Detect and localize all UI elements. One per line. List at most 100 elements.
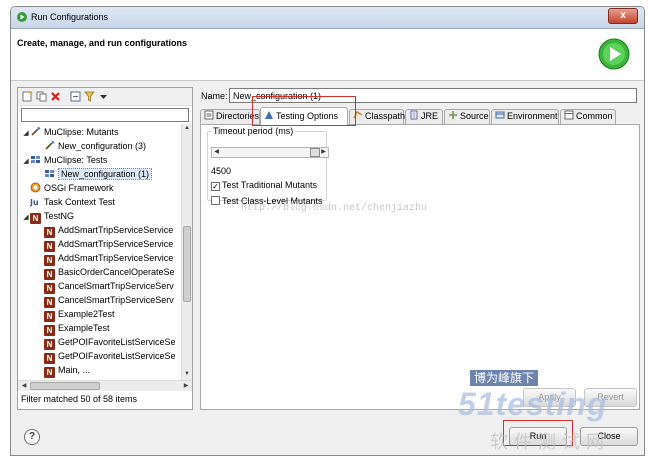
tree-item[interactable]: N AddSmartTripServiceService: [44, 237, 174, 252]
tree-item-label: Example2Test: [58, 309, 115, 319]
tree-item-label: New_configuration (1): [58, 168, 153, 180]
common-icon: [564, 110, 574, 120]
delete-icon[interactable]: [50, 91, 61, 102]
timeout-value: 4500: [211, 166, 232, 176]
vertical-scroll-thumb[interactable]: [183, 226, 191, 302]
tree-item[interactable]: ◢ MuClipse: Mutants: [22, 125, 119, 139]
scroll-up-icon[interactable]: ▲: [183, 125, 191, 133]
slider-right-icon[interactable]: ▶: [319, 148, 328, 157]
tree-item[interactable]: N BasicOrderCancelOperateSe: [44, 265, 175, 280]
scroll-down-icon[interactable]: ▼: [183, 371, 191, 379]
tree-item[interactable]: N AddSmartTripServiceService: [44, 223, 174, 238]
osgi-icon: [30, 182, 41, 193]
tree-item[interactable]: ◢ N TestNG: [22, 209, 75, 225]
logo-bottom-text: 软件测试网: [490, 432, 610, 452]
tree-item-label: AddSmartTripServiceService: [58, 239, 174, 249]
source-icon: [449, 111, 457, 119]
tree-item-label: GetPOIFavoriteListServiceSe: [58, 351, 176, 361]
timeout-slider[interactable]: ◀ ▶: [211, 147, 329, 158]
tree-item[interactable]: N CancelSmartTripServiceServ: [44, 293, 174, 308]
tree-item[interactable]: ◢ MuClipse: Tests: [22, 153, 107, 167]
horizontal-scroll-thumb[interactable]: [30, 382, 100, 390]
tab-jre[interactable]: JRE: [405, 109, 443, 124]
left-toolbar: [18, 88, 192, 106]
tree-horizontal-scrollbar[interactable]: ◀ ▶: [18, 380, 192, 391]
tree-item-label: CancelSmartTripServiceServ: [58, 281, 174, 291]
launch-config-tree-panel: ◢ MuClipse: Mutants New_configuration (3) ◢…: [17, 87, 193, 410]
environment-icon: [495, 111, 505, 119]
tree-item[interactable]: N GetPOIFavoriteListServiceSe: [44, 335, 176, 350]
tree-item[interactable]: N AddSmartTripServiceService: [44, 251, 174, 266]
tree-item-label: GetPOIFavoriteListServiceSe: [58, 337, 176, 347]
help-icon[interactable]: ?: [24, 429, 40, 445]
tree-item-label: ExampleTest: [58, 323, 110, 333]
tree-item-label: New_configuration (3): [58, 141, 147, 151]
config-tabs: Directories Testing Options Classpath JR…: [200, 107, 640, 125]
window-close-button[interactable]: x: [608, 8, 638, 24]
header-banner: Create, manage, and run configurations: [11, 29, 644, 81]
run-config-icon: [17, 12, 27, 22]
tree-item[interactable]: New_configuration (1): [44, 167, 153, 181]
tree-item-label: AddSmartTripServiceService: [58, 225, 174, 235]
tree-item-label: MuClipse: Mutants: [44, 127, 119, 137]
tree-item[interactable]: N CancelSmartTripServiceServ: [44, 279, 174, 294]
tree-item-label: TestNG: [44, 211, 75, 221]
tests-grid-icon: [31, 156, 40, 163]
tree-item-label: AddSmartTripServiceService: [58, 253, 174, 263]
tree-item[interactable]: OSGi Framework: [22, 181, 114, 195]
tab-classpath[interactable]: Classpath: [349, 109, 406, 124]
blog-watermark: http://blog.csdn.net/chenjiazhu: [241, 203, 428, 214]
svg-text:Ju: Ju: [30, 198, 39, 207]
logo-top-text: 博为峰旗下: [470, 370, 539, 386]
tab-environment[interactable]: Environment: [491, 109, 559, 124]
collapse-all-icon[interactable]: [70, 91, 81, 102]
tree-vertical-scrollbar[interactable]: ▲ ▼: [181, 124, 192, 380]
tab-label: JRE: [421, 111, 439, 121]
tab-label: Testing Options: [276, 111, 339, 121]
filter-status: Filter matched 50 of 58 items: [21, 394, 138, 404]
tab-source[interactable]: Source: [444, 109, 490, 124]
tree-item[interactable]: Ju Task Context Test: [22, 195, 115, 209]
mutant-wand-icon: [45, 140, 55, 150]
expand-toggle-icon[interactable]: ◢: [22, 155, 30, 169]
tab-label: Environment: [507, 111, 558, 121]
logo-main-text: 51testing: [458, 386, 608, 422]
tab-label: Common: [576, 111, 613, 121]
tree-item-label: MuClipse: Tests: [44, 155, 108, 165]
expand-toggle-icon[interactable]: ◢: [22, 211, 30, 225]
checkbox-checked-icon[interactable]: ✓: [211, 182, 220, 191]
tree-item[interactable]: N GetPOIFavoriteListServiceSe: [44, 349, 176, 364]
filter-icon[interactable]: [84, 91, 95, 102]
tree-item-label: BasicOrderCancelOperateSe: [58, 267, 175, 277]
testing-options-page: Timeout period (ms) ◀ ▶ 4500 ✓ Test Tradi…: [200, 124, 640, 410]
name-label: Name:: [201, 91, 228, 101]
checkbox-unchecked-icon[interactable]: [211, 196, 220, 205]
new-launch-config-icon[interactable]: [22, 91, 33, 102]
tree-item-label: Main, ...: [58, 365, 91, 375]
tree-item-label: Task Context Test: [44, 197, 115, 207]
launch-config-tree: ◢ MuClipse: Mutants New_configuration (3) ◢…: [18, 124, 182, 380]
filter-input[interactable]: [21, 108, 189, 122]
tree-item[interactable]: New_configuration (3): [44, 139, 146, 153]
testng-icon: N: [30, 213, 41, 224]
tree-item[interactable]: N Main, ...: [44, 363, 91, 378]
site-logo-watermark: 博为峰旗下 51testing 软件测试网: [450, 370, 640, 456]
tree-item[interactable]: N ExampleTest: [44, 321, 110, 336]
tab-label: Classpath: [365, 111, 406, 121]
window-title: Run Configurations: [31, 12, 109, 22]
tab-testing-options[interactable]: Testing Options: [260, 107, 348, 125]
scroll-right-icon[interactable]: ▶: [181, 381, 191, 391]
test-traditional-mutants-checkbox[interactable]: ✓ Test Traditional Mutants: [211, 180, 317, 191]
tab-directories[interactable]: Directories: [200, 109, 260, 124]
view-menu-icon[interactable]: [98, 91, 109, 102]
expand-toggle-icon[interactable]: ◢: [22, 127, 30, 141]
tree-item[interactable]: N Example2Test: [44, 307, 115, 322]
slider-left-icon[interactable]: ◀: [212, 148, 221, 157]
tree-item-label: OSGi Framework: [44, 183, 114, 193]
config-editor-panel: Name: New_configuration (1) Directories …: [197, 87, 640, 410]
banner-description: Create, manage, and run configurations: [17, 38, 188, 48]
mutant-wand-icon: [31, 126, 41, 136]
duplicate-icon[interactable]: [36, 91, 47, 102]
tab-common[interactable]: Common: [560, 109, 616, 124]
scroll-left-icon[interactable]: ◀: [19, 381, 29, 391]
